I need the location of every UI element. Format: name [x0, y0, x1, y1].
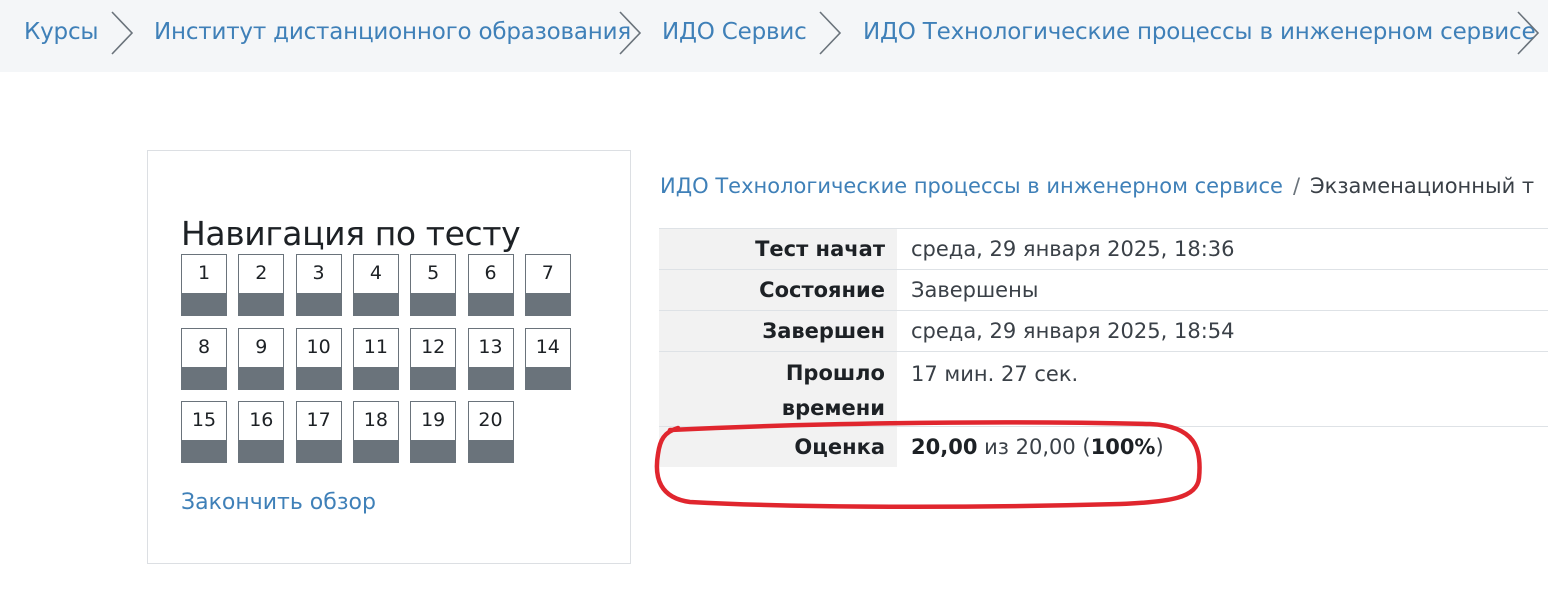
quiz-navigation-title: Навигация по тесту: [181, 214, 521, 254]
breadcrumb-separator: /: [1292, 174, 1301, 198]
question-state-bar: [238, 440, 285, 463]
summary-label: Состояние: [659, 270, 897, 310]
question-state-bar: [467, 440, 514, 463]
finish-review-link[interactable]: Закончить обзор: [181, 489, 376, 517]
summary-label-line: Прошло: [785, 361, 885, 385]
question-nav-button[interactable]: 3: [295, 254, 342, 316]
question-number: 5: [427, 262, 440, 284]
summary-label-line: времени: [781, 396, 885, 420]
question-nav-button[interactable]: 8: [181, 327, 227, 390]
question-state-bar: [410, 366, 457, 390]
question-state-bar: [295, 366, 342, 390]
question-state-bar: [295, 293, 342, 316]
question-number: 2: [255, 262, 268, 284]
question-number: 8: [197, 335, 211, 358]
breadcrumb-item-course[interactable]: ИДО Технологические процессы в инженерно…: [863, 18, 1536, 46]
breadcrumb-item-institute[interactable]: Институт дистанционного образования: [154, 18, 631, 46]
breadcrumb-item-service[interactable]: ИДО Сервис: [662, 18, 807, 46]
question-nav-button[interactable]: 6: [467, 254, 514, 316]
question-number: 18: [363, 409, 388, 431]
summary-value: 17 мин. 27 сек.: [911, 362, 1079, 386]
grade-close: ): [1155, 435, 1164, 459]
question-state-bar: [524, 366, 571, 390]
grade-score: 20,00: [911, 435, 978, 459]
summary-row-started: Тест начат среда, 29 января 2025, 18:36: [659, 228, 1548, 269]
question-state-bar: [295, 440, 342, 463]
question-nav-button[interactable]: 1: [181, 254, 227, 316]
summary-label: Прошло времени: [659, 352, 897, 426]
question-nav-button[interactable]: 13: [467, 327, 514, 390]
quiz-breadcrumb: ИДО Технологические процессы в инженерно…: [660, 172, 1534, 200]
chevron-right-icon: [619, 11, 642, 55]
question-state-bar: [181, 293, 227, 316]
question-state-bar: [352, 366, 399, 390]
question-state-bar: [467, 293, 514, 316]
summary-label: Оценка: [659, 427, 897, 467]
quiz-navigation-block: Навигация по тесту 1 2 3 4 5 6 7 8 9 10 11 12 13 14 15…: [147, 150, 631, 564]
question-state-bar: [524, 293, 571, 316]
question-state-bar: [352, 293, 399, 316]
question-number: 13: [478, 335, 503, 358]
summary-value: Завершены: [911, 278, 1039, 302]
question-nav-button[interactable]: 15: [181, 401, 227, 463]
question-state-bar: [410, 293, 457, 316]
question-number: 10: [306, 335, 331, 358]
breadcrumb-item-courses[interactable]: Курсы: [24, 18, 99, 46]
summary-value: среда, 29 января 2025, 18:54: [911, 319, 1235, 343]
grade-max: из 20,00 (: [977, 435, 1091, 459]
question-nav-button[interactable]: 9: [238, 327, 285, 390]
question-nav-button[interactable]: 17: [295, 401, 342, 463]
question-number: 6: [484, 262, 497, 284]
question-number: 4: [369, 262, 382, 284]
question-number: 19: [421, 409, 446, 431]
question-state-bar: [181, 366, 227, 390]
question-number: 20: [478, 409, 503, 431]
question-number: 7: [541, 262, 554, 284]
question-state-bar: [238, 366, 285, 390]
summary-value: среда, 29 января 2025, 18:36: [911, 237, 1235, 261]
question-state-bar: [410, 440, 457, 463]
question-number: 9: [255, 335, 268, 358]
question-nav-button[interactable]: 19: [410, 401, 457, 463]
course-link[interactable]: ИДО Технологические процессы в инженерно…: [660, 174, 1283, 198]
question-nav-button[interactable]: 10: [295, 327, 342, 390]
grade-value: 20,00 из 20,00 (100%): [911, 429, 1164, 465]
question-state-bar: [467, 366, 514, 390]
question-state-bar: [238, 293, 285, 316]
question-state-bar: [352, 440, 399, 463]
summary-row-state: Состояние Завершены: [659, 269, 1548, 310]
question-number: 12: [421, 335, 446, 358]
chevron-right-icon: [819, 11, 842, 55]
question-nav-button[interactable]: 2: [238, 254, 285, 316]
question-number: 11: [363, 335, 388, 358]
summary-row-grade: Оценка 20,00 из 20,00 (100%): [659, 427, 1548, 467]
question-state-bar: [181, 440, 227, 463]
question-nav-button[interactable]: 20: [467, 401, 514, 463]
question-number: 16: [249, 409, 274, 431]
question-number: 14: [535, 335, 560, 358]
breadcrumb: Курсы Институт дистанционного образовани…: [0, 0, 1548, 72]
question-nav-button[interactable]: 5: [410, 254, 457, 316]
question-number: 15: [191, 409, 217, 431]
question-number: 17: [306, 409, 331, 431]
chevron-right-icon: [111, 11, 134, 55]
quiz-name[interactable]: Экзаменационный т: [1310, 174, 1534, 198]
chevron-right-icon: [1517, 11, 1540, 55]
grade-percent: 100%: [1090, 435, 1156, 459]
summary-label: Завершен: [659, 311, 897, 351]
question-number: 3: [312, 262, 325, 284]
summary-row-completed: Завершен среда, 29 января 2025, 18:54: [659, 310, 1548, 351]
question-nav-button[interactable]: 16: [238, 401, 285, 463]
question-number: 1: [197, 262, 211, 284]
question-nav-button[interactable]: 7: [524, 254, 571, 316]
question-nav-button[interactable]: 18: [352, 401, 399, 463]
question-nav-button[interactable]: 12: [410, 327, 457, 390]
summary-label: Тест начат: [659, 229, 897, 269]
summary-row-time-taken: Прошло времени 17 мин. 27 сек.: [659, 351, 1548, 427]
question-nav-button[interactable]: 11: [352, 327, 399, 390]
question-nav-button[interactable]: 14: [524, 327, 571, 390]
question-nav-button[interactable]: 4: [352, 254, 399, 316]
